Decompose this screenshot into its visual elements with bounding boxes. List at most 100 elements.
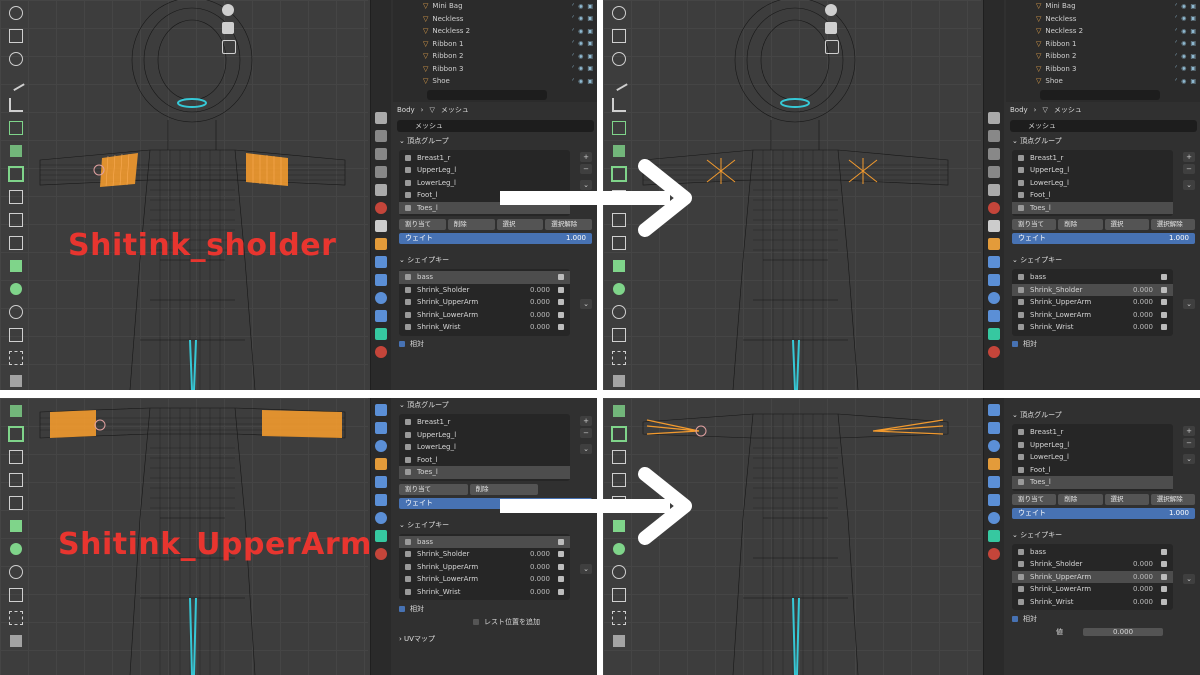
tool-tab-icon[interactable] [375, 112, 387, 124]
weight-slider[interactable]: ウェイト1.000 [1012, 507, 1195, 519]
shrink-tool-icon[interactable] [6, 325, 26, 345]
polybuild-tool-icon[interactable] [609, 256, 629, 276]
list-item[interactable]: LowerLeg_l [1012, 177, 1173, 190]
grid-icon[interactable] [222, 40, 236, 54]
modifier-tab-icon[interactable] [988, 404, 1000, 416]
vertex-groups-header[interactable]: ⌄ 頂点グループ [1006, 133, 1200, 148]
checkbox[interactable] [1161, 573, 1167, 580]
outliner-row[interactable]: ▽ Ribbon 2ᐟ ◉ ▣ [1010, 50, 1197, 63]
shrink-tool-icon[interactable] [609, 585, 629, 605]
outliner-row[interactable]: ▽ Ribbon 1ᐟ ◉ ▣ [397, 38, 594, 51]
output-tab-icon[interactable] [375, 148, 387, 160]
output-tab-icon[interactable] [988, 148, 1000, 160]
modifier-tab-icon[interactable] [988, 476, 1000, 488]
shape-keys-header[interactable]: ⌄ シェイプキー [393, 253, 597, 267]
remove-from-group-button[interactable]: 削除 [1058, 493, 1103, 505]
data-tab-icon[interactable] [375, 530, 387, 542]
checkbox[interactable] [558, 311, 564, 318]
outliner-row[interactable]: ▽ Mini Bag ᐟ ◉ ▣ [1010, 0, 1197, 13]
camera-icon[interactable] [825, 22, 837, 34]
assign-button[interactable]: 割り当て [399, 219, 446, 230]
material-tab-icon[interactable] [375, 548, 387, 560]
object-tab-icon[interactable] [988, 238, 1000, 250]
list-item[interactable]: bass [1012, 546, 1173, 559]
knife-tool-icon[interactable] [6, 233, 26, 253]
physics-tab-icon[interactable] [375, 292, 387, 304]
spin-tool-icon[interactable] [609, 279, 629, 299]
select-button[interactable]: 選択 [1104, 219, 1149, 230]
assign-button[interactable]: 割り当て [399, 483, 468, 495]
list-item[interactable]: Shrink_UpperArm 0.000 [1012, 296, 1173, 309]
list-item[interactable]: Shrink_Sholder 0.000 [1012, 283, 1173, 296]
vertex-groups-header[interactable]: ⌄ 頂点グループ [393, 398, 597, 412]
rip-tool-icon[interactable] [609, 631, 629, 651]
material-tab-icon[interactable] [988, 346, 1000, 358]
remove-button[interactable]: − [1183, 163, 1195, 174]
checkbox[interactable] [1161, 286, 1167, 293]
search-input[interactable] [427, 89, 547, 100]
material-tab-icon[interactable] [988, 548, 1000, 560]
checkbox[interactable] [558, 299, 564, 306]
checkbox[interactable] [1161, 274, 1167, 281]
add-cube-tool-icon[interactable] [609, 118, 629, 138]
list-item[interactable]: Foot_l [1012, 464, 1173, 477]
checkbox[interactable] [558, 286, 564, 293]
list-item[interactable]: Breast1_r [1012, 152, 1173, 165]
list-item[interactable]: Shrink_LowerArm 0.000 [1012, 309, 1173, 322]
data-tab-icon[interactable] [988, 530, 1000, 542]
assign-button[interactable]: 割り当て [1012, 219, 1057, 230]
extrude-tool-icon[interactable] [6, 401, 26, 421]
constraints-tab-icon[interactable] [988, 494, 1000, 506]
weight-slider[interactable]: ウェイト1.000 [1012, 233, 1195, 244]
uv-maps-header[interactable]: › UVマップ [393, 632, 597, 646]
chevron-down-icon[interactable]: ⌄ [580, 444, 592, 454]
list-item[interactable]: Shrink_Wrist 0.000 [1012, 321, 1173, 334]
deselect-button[interactable]: 選択解除 [1150, 493, 1195, 505]
chevron-down-icon[interactable]: ⌄ [1183, 454, 1195, 464]
chevron-down-icon[interactable]: ⌄ [580, 563, 592, 574]
particles-tab-icon[interactable] [375, 422, 387, 434]
polybuild-tool-icon[interactable] [6, 256, 26, 276]
3d-viewport[interactable] [0, 0, 368, 390]
assign-button[interactable]: 割り当て [1012, 493, 1057, 505]
shape-keys-header[interactable]: ⌄ シェイプキー [1006, 253, 1200, 267]
object-tab-icon[interactable] [988, 458, 1000, 470]
checkbox[interactable] [1161, 324, 1167, 331]
transform-tool-icon[interactable] [6, 49, 26, 69]
physics-tab-icon[interactable] [988, 512, 1000, 524]
smooth-tool-icon[interactable] [609, 562, 629, 582]
rest-position-checkbox[interactable] [473, 618, 479, 625]
add-button[interactable]: + [580, 416, 592, 426]
inset-tool-icon[interactable] [6, 424, 26, 444]
list-item[interactable]: Shrink_Wrist 0.000 [399, 586, 570, 599]
list-item[interactable]: Foot_l [399, 454, 570, 467]
outliner-row[interactable]: ▽ Ribbon 3ᐟ ◉ ▣ [397, 63, 594, 76]
relative-checkbox[interactable] [1012, 341, 1018, 347]
remove-from-group-button[interactable]: 削除 [1058, 219, 1103, 230]
cursor-tool-icon[interactable] [6, 3, 26, 23]
deselect-button[interactable]: 選択解除 [1150, 219, 1195, 230]
scene-tab-icon[interactable] [375, 184, 387, 196]
list-item[interactable]: UpperLeg_l [1012, 164, 1173, 177]
camera-icon[interactable] [222, 22, 234, 34]
list-item[interactable]: Shrink_Sholder 0.000 [1012, 558, 1173, 571]
outliner-row[interactable]: ▽ Shoe ᐟ ◉ ▣ [397, 75, 594, 88]
checkbox[interactable] [558, 324, 564, 331]
checkbox[interactable] [558, 274, 564, 281]
view-layer-tab-icon[interactable] [375, 166, 387, 178]
list-item[interactable]: Breast1_r [1012, 426, 1173, 439]
list-item[interactable]: Shrink_Sholder 0.000 [399, 548, 570, 561]
outliner-row[interactable]: ▽ Ribbon 1ᐟ ◉ ▣ [1010, 38, 1197, 51]
collection-tab-icon[interactable] [988, 220, 1000, 232]
remove-button[interactable]: − [1183, 438, 1195, 448]
chevron-down-icon[interactable]: ⌄ [580, 299, 592, 309]
scene-tab-icon[interactable] [988, 184, 1000, 196]
list-item[interactable]: Shrink_LowerArm 0.000 [399, 309, 570, 322]
particles-tab-icon[interactable] [988, 274, 1000, 286]
spin-tool-icon[interactable] [6, 279, 26, 299]
spin-tool-icon[interactable] [6, 539, 26, 559]
tool-tab-icon[interactable] [988, 112, 1000, 124]
extrude-tool-icon[interactable] [609, 401, 629, 421]
mesh-name-field[interactable]: メッシュ [397, 119, 594, 132]
chevron-down-icon[interactable]: ⌄ [1183, 573, 1195, 584]
